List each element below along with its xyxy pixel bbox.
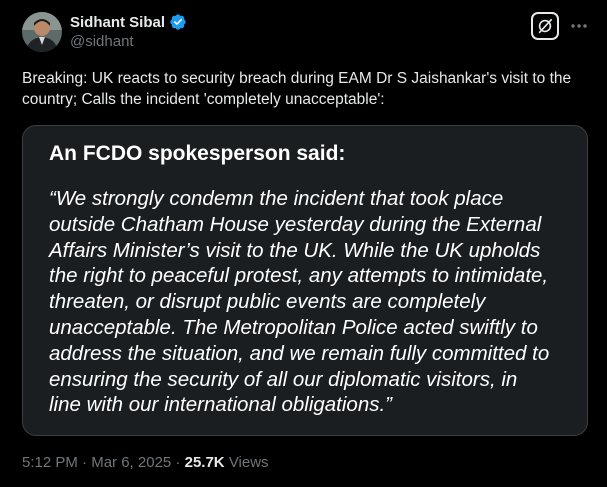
quote-line: threaten, or disrupt public events are c… xyxy=(49,290,486,314)
quote-line: line with our international obligations.… xyxy=(49,393,393,417)
post-meta: 5:12 PM · Mar 6, 2025 · 25.7K Views xyxy=(22,454,269,471)
avatar-image xyxy=(22,12,62,52)
post-date[interactable]: Mar 6, 2025 xyxy=(91,454,171,471)
quote-line: address the situation, and we remain ful… xyxy=(49,341,550,365)
quote-line: Affairs Minister’s visit to the UK. Whil… xyxy=(49,238,541,262)
post-text: Breaking: UK reacts to security breach d… xyxy=(22,70,572,108)
views-count: 25.7K xyxy=(184,454,225,471)
grok-icon xyxy=(538,18,553,34)
quote-line: the right to peaceful protest, any attem… xyxy=(49,264,549,288)
verified-badge-icon[interactable] xyxy=(169,13,187,31)
author-name-text[interactable]: Sidhant Sibal xyxy=(70,14,165,31)
more-options-button[interactable] xyxy=(568,14,590,38)
post-time[interactable]: 5:12 PM xyxy=(22,454,78,471)
views-label: Views xyxy=(228,454,269,471)
quote-line: ensuring the security of all our diploma… xyxy=(49,367,518,391)
author-name[interactable]: Sidhant Sibal xyxy=(70,13,187,31)
grok-button[interactable] xyxy=(531,12,559,40)
meta-separator: · xyxy=(77,454,92,471)
author-handle[interactable]: @sidhant xyxy=(70,33,134,50)
post: Sidhant Sibal @sidhant Breaking: UK reac… xyxy=(0,0,607,487)
meta-separator: · xyxy=(171,454,185,471)
quote-line: unacceptable. The Metropolitan Police ac… xyxy=(49,315,538,339)
avatar[interactable] xyxy=(22,12,62,52)
quote-heading: An FCDO spokesperson said: xyxy=(49,142,346,165)
more-options-icon xyxy=(571,24,587,28)
quote-line: outside Chatham House yesterday during t… xyxy=(49,212,542,236)
quote-body: “We strongly condemn the incident that t… xyxy=(49,186,589,418)
quote-line: “We strongly condemn the incident that t… xyxy=(49,187,504,210)
quote-card-image[interactable]: An FCDO spokesperson said: “We strongly … xyxy=(22,125,588,436)
